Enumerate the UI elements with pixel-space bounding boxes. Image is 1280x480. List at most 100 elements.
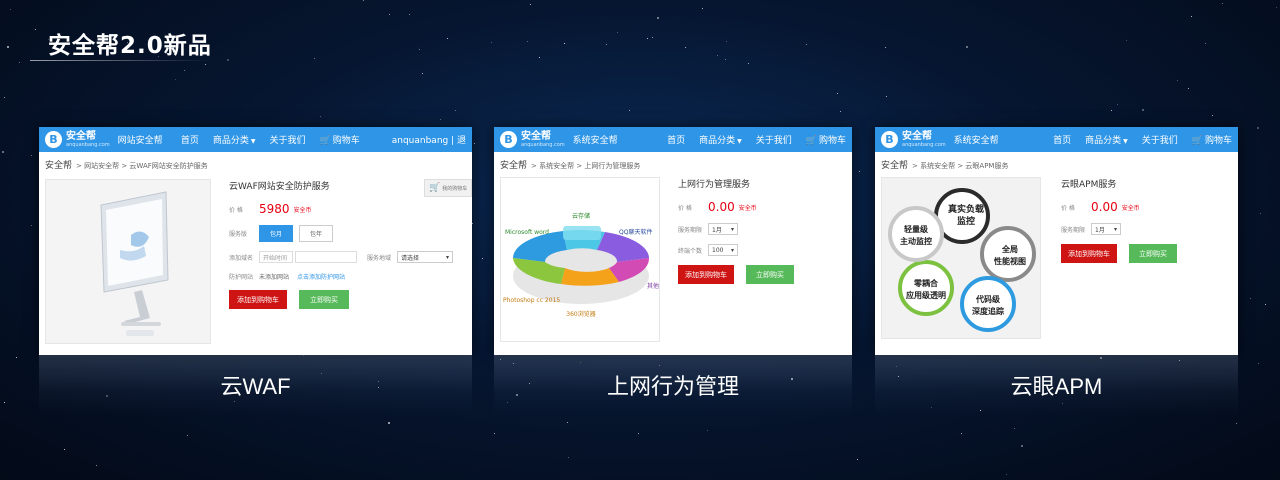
star (1116, 103, 1118, 105)
ring-label-photoshop: Photoshop cc 2015 (503, 297, 560, 304)
star (647, 37, 649, 39)
nav-cart[interactable]: 🛒 购物车 (320, 133, 360, 146)
category-name: 系统安全帮 (953, 136, 999, 146)
buy-now-button[interactable]: 立即购买 (1129, 244, 1177, 263)
site-logo[interactable]: 安全帮 anquanbang.com (902, 131, 946, 148)
star (1265, 303, 1267, 305)
product-info: 云眼APM服务 价 格 0.00 安全币 服务期限 1月 ▾ 添加到购物车 立即购… (1061, 177, 1231, 272)
chevron-down-icon: ▾ (730, 225, 734, 233)
add-to-cart-button[interactable]: 添加到购物车 (229, 290, 287, 309)
product-image-monitor (45, 179, 211, 344)
nav-home[interactable]: 首页 (667, 133, 685, 146)
star (96, 464, 98, 466)
star (805, 43, 807, 45)
star (617, 31, 619, 33)
price-unit: 安全币 (738, 204, 757, 212)
product-info: 云WAF网站安全防护服务 价 格 5980 安全币 服务版 包月 包年 添加域名… (229, 179, 469, 318)
star (18, 62, 20, 64)
nav-products[interactable]: 商品分类 ▼ (213, 133, 256, 146)
nav-home[interactable]: 首页 (1053, 133, 1071, 146)
star (685, 47, 687, 49)
site-logo[interactable]: 安全帮 anquanbang.com (521, 131, 565, 148)
star (1212, 114, 1214, 116)
slide-title: 安全帮2.0新品 (48, 33, 212, 59)
petal-global-line2: 性能视图 (994, 256, 1026, 266)
panel-apm-screenshot: B 安全帮 anquanbang.com 系统安全帮 首页 商品分类 ▼ 关于我们… (875, 127, 1238, 355)
product-title: 上网行为管理服务 (678, 180, 751, 190)
price-value: 5980 (259, 202, 290, 216)
petal-global-line1: 全局 (1001, 244, 1018, 254)
buy-now-button[interactable]: 立即购买 (746, 265, 794, 284)
price-value: 0.00 (1091, 200, 1118, 214)
star (1257, 126, 1260, 129)
chevron-down-icon: ▼ (250, 138, 256, 145)
chevron-down-icon: ▼ (737, 138, 742, 145)
price-unit: 安全币 (1121, 204, 1140, 212)
chevron-down-icon: ▾ (445, 253, 449, 261)
price-label: 价 格 (1061, 204, 1075, 212)
nav-home[interactable]: 首页 (181, 133, 199, 146)
region-select[interactable]: 请选择 ▾ (397, 251, 453, 263)
nav-cart[interactable]: 🛒 购物车 (1192, 133, 1232, 146)
star (1111, 109, 1113, 111)
star (408, 13, 410, 15)
logo-icon: B (500, 131, 517, 148)
chevron-down-icon: ▾ (1113, 225, 1117, 233)
buy-now-button[interactable]: 立即购买 (299, 290, 349, 309)
star (9, 8, 11, 10)
nav-about[interactable]: 关于我们 (1142, 133, 1178, 146)
title-underline (30, 60, 210, 61)
star (187, 434, 189, 436)
price-label: 价 格 (678, 204, 692, 212)
terminal-count-select[interactable]: 100 ▾ (708, 244, 738, 256)
add-to-cart-button[interactable]: 添加到购物车 (1061, 244, 1117, 263)
start-time-input[interactable]: 开始时间 (259, 251, 293, 263)
star (836, 92, 838, 94)
add-to-cart-button[interactable]: 添加到购物车 (678, 265, 734, 284)
plan-monthly-option[interactable]: 包月 (259, 225, 294, 242)
star (1190, 16, 1192, 18)
star (2, 150, 5, 153)
star (1006, 473, 1008, 475)
star (3, 402, 5, 404)
plan-yearly-option[interactable]: 包年 (299, 225, 334, 242)
site-logo[interactable]: 安全帮 anquanbang.com (66, 131, 110, 148)
user-account[interactable]: anquanbang | 退 (392, 133, 466, 146)
domain-input[interactable] (295, 251, 357, 263)
star (726, 40, 728, 42)
add-protect-site-link[interactable]: 点击添加防护网站 (297, 272, 345, 281)
nav-about[interactable]: 关于我们 (269, 133, 305, 146)
star (960, 433, 962, 435)
star (748, 63, 750, 65)
product-title: 云眼APM服务 (1061, 180, 1117, 190)
panel-cloud-waf-screenshot: B 安全帮 anquanbang.com 网站安全帮 首页 商品分类 ▼ 关于我们… (39, 127, 472, 355)
product-image-apm-petals: 真实负载 监控 全局 性能视图 代码级 深度追踪 零耦合 应用级透明 轻量级 主… (881, 177, 1041, 339)
star (1205, 42, 1207, 44)
product-image-ring-chart: 云存储 Microsoft word QQ聊天软件 其他 Photoshop c… (500, 177, 660, 342)
petal-lightweight-line2: 主动监控 (900, 236, 932, 246)
main-nav: 首页 商品分类 ▼ 关于我们 🛒 购物车 (1053, 133, 1232, 146)
nav-about[interactable]: 关于我们 (756, 133, 792, 146)
star (1258, 363, 1260, 365)
duration-select[interactable]: 1月 ▾ (1091, 223, 1121, 235)
nav-products[interactable]: 商品分类 ▼ (1085, 133, 1128, 146)
star (440, 118, 442, 120)
duration-select[interactable]: 1月 ▾ (708, 223, 738, 235)
star (840, 111, 842, 113)
floating-cart[interactable]: 🛒 我的购物车 (424, 179, 472, 197)
nav-products[interactable]: 商品分类 ▼ (699, 133, 742, 146)
price-label: 价 格 (229, 206, 243, 214)
star (885, 46, 886, 48)
caption-apm: 云眼APM (875, 355, 1238, 415)
star (657, 16, 660, 19)
star (419, 48, 421, 50)
site-header: B 安全帮 anquanbang.com 网站安全帮 首页 商品分类 ▼ 关于我们… (39, 127, 472, 152)
price-unit: 安全币 (293, 206, 312, 214)
star (716, 55, 718, 57)
star (724, 59, 726, 61)
nav-cart[interactable]: 🛒 购物车 (806, 133, 846, 146)
domain-label: 添加域名 (229, 254, 254, 262)
plan-label: 服务版 (229, 231, 248, 238)
star (652, 37, 654, 39)
star (702, 7, 704, 9)
